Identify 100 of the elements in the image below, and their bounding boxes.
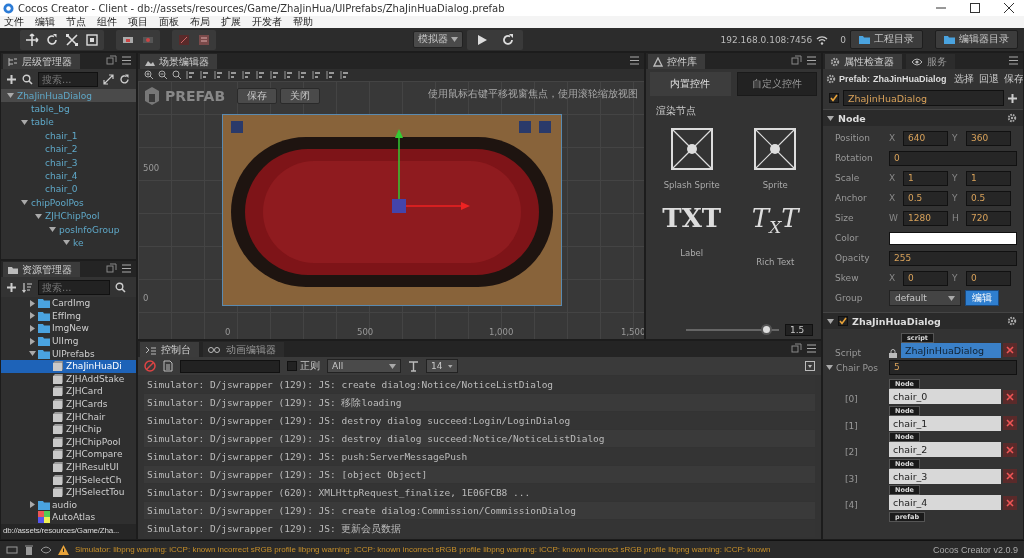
menu-icon[interactable] xyxy=(806,343,817,354)
tree-item[interactable]: ZJHCards xyxy=(1,397,136,411)
log-level-dropdown[interactable]: All xyxy=(327,359,401,373)
remove-icon[interactable] xyxy=(1003,442,1017,457)
align-icon[interactable] xyxy=(298,70,308,80)
align-icon[interactable] xyxy=(312,70,322,80)
library-tab[interactable]: 自定义控件 xyxy=(736,72,817,96)
rect-tool-icon[interactable] xyxy=(85,32,99,47)
tree-item[interactable]: chair_2 xyxy=(1,142,136,156)
library-item[interactable]: TXT Label xyxy=(650,198,734,268)
tree-item[interactable]: table xyxy=(1,115,136,130)
edit-button[interactable]: 编辑 xyxy=(965,290,999,306)
node-ref-field[interactable]: chair_0 xyxy=(889,389,1001,404)
align-icon[interactable] xyxy=(200,70,210,80)
add-icon[interactable] xyxy=(6,281,17,293)
caret-down-icon[interactable] xyxy=(827,114,834,122)
align-icon[interactable] xyxy=(214,70,224,80)
remove-icon[interactable] xyxy=(1003,416,1017,430)
align-icon[interactable] xyxy=(242,70,252,80)
menu-item[interactable]: 文件 xyxy=(4,16,24,28)
tree-item[interactable]: ZJHChipPool xyxy=(1,209,136,223)
align-icon[interactable] xyxy=(186,70,196,80)
menu-item[interactable]: 面板 xyxy=(159,16,179,28)
enabled-checkbox[interactable] xyxy=(838,316,848,326)
tree-item[interactable]: ke xyxy=(1,236,136,250)
tree-item[interactable]: UIPrefabs xyxy=(1,347,136,360)
align-icon[interactable] xyxy=(326,70,336,80)
caret-down-icon[interactable] xyxy=(63,239,70,247)
prefab-action[interactable]: 选择 xyxy=(952,71,975,86)
menu-item[interactable]: 编辑 xyxy=(35,16,55,28)
tree-item[interactable]: ZJHAddStake xyxy=(1,372,136,386)
zoom-slider-thumb[interactable] xyxy=(760,324,772,335)
tree-item[interactable]: chair_0 xyxy=(1,182,136,197)
tree-item[interactable]: AutoAtlas xyxy=(1,511,136,524)
menu-icon[interactable] xyxy=(806,55,817,66)
tree-item[interactable]: ZJHResultUI xyxy=(1,460,136,474)
menu-item[interactable]: 布局 xyxy=(190,16,210,28)
menu-item[interactable]: 节点 xyxy=(66,16,86,28)
caret-right-icon[interactable] xyxy=(29,501,36,509)
tree-item[interactable]: chipPoolPos xyxy=(1,196,136,210)
scene-button[interactable]: 保存 xyxy=(237,88,277,104)
number-field[interactable]: 0 xyxy=(903,270,948,286)
align-icon[interactable] xyxy=(270,70,280,80)
menu-item[interactable]: 扩展 xyxy=(221,16,241,28)
tree-item[interactable]: CardImg xyxy=(1,297,136,310)
number-field[interactable]: 0.5 xyxy=(966,190,1011,206)
node-ref-field[interactable]: chair_2 xyxy=(889,442,1001,457)
clear-icon[interactable] xyxy=(144,360,156,372)
tree-item[interactable]: posInfoGroup xyxy=(1,222,136,237)
number-field[interactable]: 640 xyxy=(903,130,948,146)
number-field[interactable]: 1 xyxy=(903,170,948,186)
caret-down-icon[interactable] xyxy=(35,212,42,220)
directory-button[interactable]: 编辑器目录 xyxy=(935,30,1018,49)
menu-item[interactable]: 帮助 xyxy=(293,16,313,28)
settings-icon[interactable] xyxy=(1007,113,1017,123)
number-field[interactable]: 255 xyxy=(889,250,1017,266)
caret-right-icon[interactable] xyxy=(29,312,36,320)
filter-field[interactable] xyxy=(180,359,280,373)
expand-icon[interactable] xyxy=(103,73,114,85)
panel-tab[interactable]: 控制台 xyxy=(140,342,199,357)
library-tab[interactable]: 内置控件 xyxy=(650,72,731,96)
number-field[interactable]: 1 xyxy=(966,170,1011,186)
remove-icon[interactable] xyxy=(1003,389,1017,404)
remove-icon[interactable] xyxy=(1003,469,1017,483)
remove-icon[interactable] xyxy=(1003,495,1017,510)
menu-icon[interactable] xyxy=(121,263,132,274)
tree-item[interactable]: audio xyxy=(1,498,136,512)
caret-right-icon[interactable] xyxy=(29,299,36,307)
library-item[interactable]: T$_{X}$T Rich Text xyxy=(733,198,817,268)
tree-item[interactable]: table_bg xyxy=(1,102,136,116)
tree-item[interactable]: ZJHChair xyxy=(1,410,136,423)
node-name-field[interactable]: ZhaJinHuaDialog xyxy=(843,90,1004,106)
scale-icon[interactable] xyxy=(65,32,79,47)
scene-button[interactable]: 关闭 xyxy=(280,88,320,104)
refresh-icon[interactable] xyxy=(119,73,130,85)
panel-tab[interactable]: 资源管理器 xyxy=(3,262,80,277)
menu-icon[interactable] xyxy=(629,55,640,66)
zoom-reset-icon[interactable] xyxy=(172,70,182,80)
caret-down-icon[interactable] xyxy=(49,226,56,234)
search-field[interactable]: 搜索... xyxy=(38,71,98,87)
caret-down-icon[interactable] xyxy=(21,199,28,207)
sort-icon[interactable] xyxy=(22,281,33,293)
tree-item[interactable]: ZJHChipPool xyxy=(1,435,136,449)
directory-button[interactable]: 工程目录 xyxy=(850,30,923,49)
collapse-icon[interactable] xyxy=(805,361,815,371)
caret-right-icon[interactable] xyxy=(29,337,36,345)
menu-item[interactable]: 开发者 xyxy=(252,16,282,28)
settings-icon[interactable] xyxy=(1007,316,1017,326)
align-icon[interactable] xyxy=(256,70,266,80)
tree-item[interactable]: ZhaJinHuaDi xyxy=(1,359,136,373)
library-item[interactable]: Splash Sprite xyxy=(650,128,734,190)
panel-tab[interactable]: 服务 xyxy=(906,54,955,69)
add-component-icon[interactable] xyxy=(1008,93,1017,103)
popout-icon[interactable] xyxy=(791,55,802,66)
script-field[interactable]: ZhaJinHuaDialog xyxy=(901,342,1001,358)
add-icon[interactable] xyxy=(6,73,17,85)
caret-right-icon[interactable] xyxy=(29,325,36,332)
regex-checkbox[interactable]: 正则 xyxy=(287,359,320,373)
tree-item[interactable]: UIImg xyxy=(1,334,136,348)
popout-icon[interactable] xyxy=(791,343,802,354)
